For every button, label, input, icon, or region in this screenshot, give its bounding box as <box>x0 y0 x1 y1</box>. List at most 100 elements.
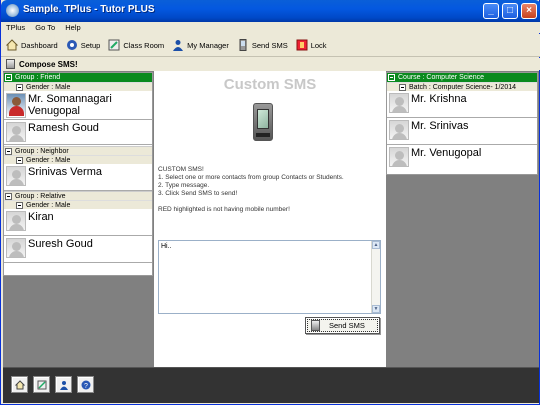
collapse-icon <box>5 192 12 200</box>
toolbar: Dashboard Setup Class Room My Manager Se… <box>1 34 540 57</box>
instruction-line: CUSTOM SMS! <box>158 166 204 173</box>
message-input[interactable]: Hi.. ▲ ▼ <box>158 240 381 314</box>
close-button[interactable]: × <box>521 3 537 19</box>
phone-icon <box>311 320 320 331</box>
menu-help[interactable]: Help <box>62 22 83 33</box>
window-title: Sample. TPlus - Tutor PLUS <box>23 4 155 15</box>
gender-header[interactable]: Gender : Male <box>4 82 152 91</box>
contact-name: Ramesh Goud <box>28 122 99 134</box>
avatar <box>389 147 409 167</box>
gender-label: Gender : Male <box>26 156 71 164</box>
gender-header[interactable]: Gender : Male <box>4 200 152 209</box>
group-header-relative[interactable]: Group : Relative <box>4 191 152 200</box>
contact-name: Srinivas Verma <box>28 166 102 178</box>
my-manager-button[interactable]: My Manager <box>172 39 229 51</box>
group-label: Group : Friend <box>15 74 61 81</box>
menu-goto[interactable]: Go To <box>32 22 58 33</box>
maximize-button[interactable]: □ <box>502 3 518 19</box>
avatar <box>6 238 26 258</box>
student-item[interactable]: Mr. Krishna <box>387 91 537 118</box>
students-panel: Course : Computer Science Batch : Comput… <box>386 72 538 175</box>
instruction-line: 1. Select one or more contacts from grou… <box>158 174 344 181</box>
app-icon <box>6 4 19 17</box>
gender-label: Gender : Male <box>26 201 71 209</box>
contact-name: Kiran <box>28 211 54 223</box>
avatar <box>389 93 409 113</box>
collapse-icon <box>16 83 23 91</box>
classroom-icon <box>37 380 47 390</box>
group-header-neighbor[interactable]: Group : Neighbor <box>4 146 152 155</box>
compose-icon <box>6 59 15 69</box>
contact-item[interactable]: Suresh Goud <box>4 236 152 263</box>
avatar <box>6 211 26 231</box>
instruction-note: RED highlighted is not having mobile num… <box>158 206 290 213</box>
contact-item[interactable]: Srinivas Verma <box>4 164 152 191</box>
title-bar: Sample. TPlus - Tutor PLUS _ □ × <box>1 0 540 22</box>
lock-button[interactable]: Lock <box>296 39 327 51</box>
collapse-icon <box>16 156 23 164</box>
setup-label: Setup <box>80 40 101 50</box>
contact-item[interactable]: Ramesh Goud <box>4 120 152 145</box>
lock-icon <box>296 39 308 51</box>
scroll-down-icon[interactable]: ▼ <box>372 305 380 313</box>
section-header: Compose SMS! <box>1 58 540 70</box>
contacts-panel: Group : Friend Gender : Male Mr. Somanna… <box>3 72 153 276</box>
dashboard-label: Dashboard <box>21 40 58 50</box>
instruction-spacer <box>158 198 382 206</box>
quick-launch-bar: ? <box>3 367 539 403</box>
home-icon <box>6 39 18 51</box>
quick-help-button[interactable]: ? <box>77 376 94 393</box>
send-sms-label: Send SMS <box>329 321 365 330</box>
message-scrollbar[interactable]: ▲ ▼ <box>371 241 380 313</box>
send-sms-button[interactable]: Send SMS <box>305 317 380 334</box>
classroom-label: Class Room <box>123 40 165 50</box>
menu-tplus[interactable]: TPlus <box>3 22 28 33</box>
student-item[interactable]: Mr. Srinivas <box>387 118 537 145</box>
send-sms-toolbar-button[interactable]: Send SMS <box>237 39 288 51</box>
avatar <box>6 166 26 186</box>
course-label: Course : Computer Science <box>398 74 484 81</box>
batch-label: Batch : Computer Science- 1/2014 <box>409 83 517 91</box>
user-icon <box>60 381 68 390</box>
student-name: Mr. Venugopal <box>411 147 482 159</box>
contact-item[interactable]: Kiran <box>4 209 152 236</box>
app-window: Sample. TPlus - Tutor PLUS _ □ × TPlus G… <box>0 0 540 405</box>
collapse-icon <box>399 83 406 91</box>
classroom-button[interactable]: Class Room <box>108 39 164 51</box>
scroll-up-icon[interactable]: ▲ <box>372 241 380 249</box>
avatar <box>389 120 409 140</box>
compose-title: Custom SMS <box>223 76 317 93</box>
collapse-icon <box>388 74 395 81</box>
message-text: Hi.. <box>161 243 172 250</box>
menu-bar: TPlus Go To Help <box>1 22 540 33</box>
collapse-icon <box>5 147 12 155</box>
quick-home-button[interactable] <box>11 376 28 393</box>
collapse-icon <box>16 201 23 209</box>
quick-user-button[interactable] <box>55 376 72 393</box>
gender-header[interactable]: Gender : Male <box>4 155 152 164</box>
course-header[interactable]: Course : Computer Science <box>387 73 537 82</box>
compose-panel: Custom SMS CUSTOM SMS! 1. Select one or … <box>154 71 386 367</box>
instructions: CUSTOM SMS! 1. Select one or more contac… <box>158 166 382 214</box>
student-name: Mr. Krishna <box>411 93 467 105</box>
instruction-line: 2. Type message. <box>158 182 210 189</box>
batch-header[interactable]: Batch : Computer Science- 1/2014 <box>387 82 537 91</box>
student-item[interactable]: Mr. Venugopal <box>387 145 537 172</box>
svg-text:?: ? <box>84 383 88 390</box>
group-header-friend[interactable]: Group : Friend <box>4 73 152 82</box>
contact-name: Mr. Somannagari Venugopal <box>28 93 112 117</box>
avatar <box>6 93 26 118</box>
my-manager-label: My Manager <box>187 40 229 50</box>
instruction-line: 3. Click Send SMS to send! <box>158 190 238 197</box>
classroom-icon <box>108 39 120 51</box>
dashboard-button[interactable]: Dashboard <box>6 39 58 51</box>
student-name: Mr. Srinivas <box>411 120 469 132</box>
minimize-button[interactable]: _ <box>483 3 499 19</box>
user-icon <box>173 40 184 51</box>
setup-icon <box>66 40 77 50</box>
contact-item[interactable]: Mr. Somannagari Venugopal <box>4 91 152 120</box>
quick-classroom-button[interactable] <box>33 376 50 393</box>
collapse-icon <box>5 74 12 81</box>
setup-button[interactable]: Setup <box>66 39 101 51</box>
contact-name: Suresh Goud <box>28 238 93 250</box>
